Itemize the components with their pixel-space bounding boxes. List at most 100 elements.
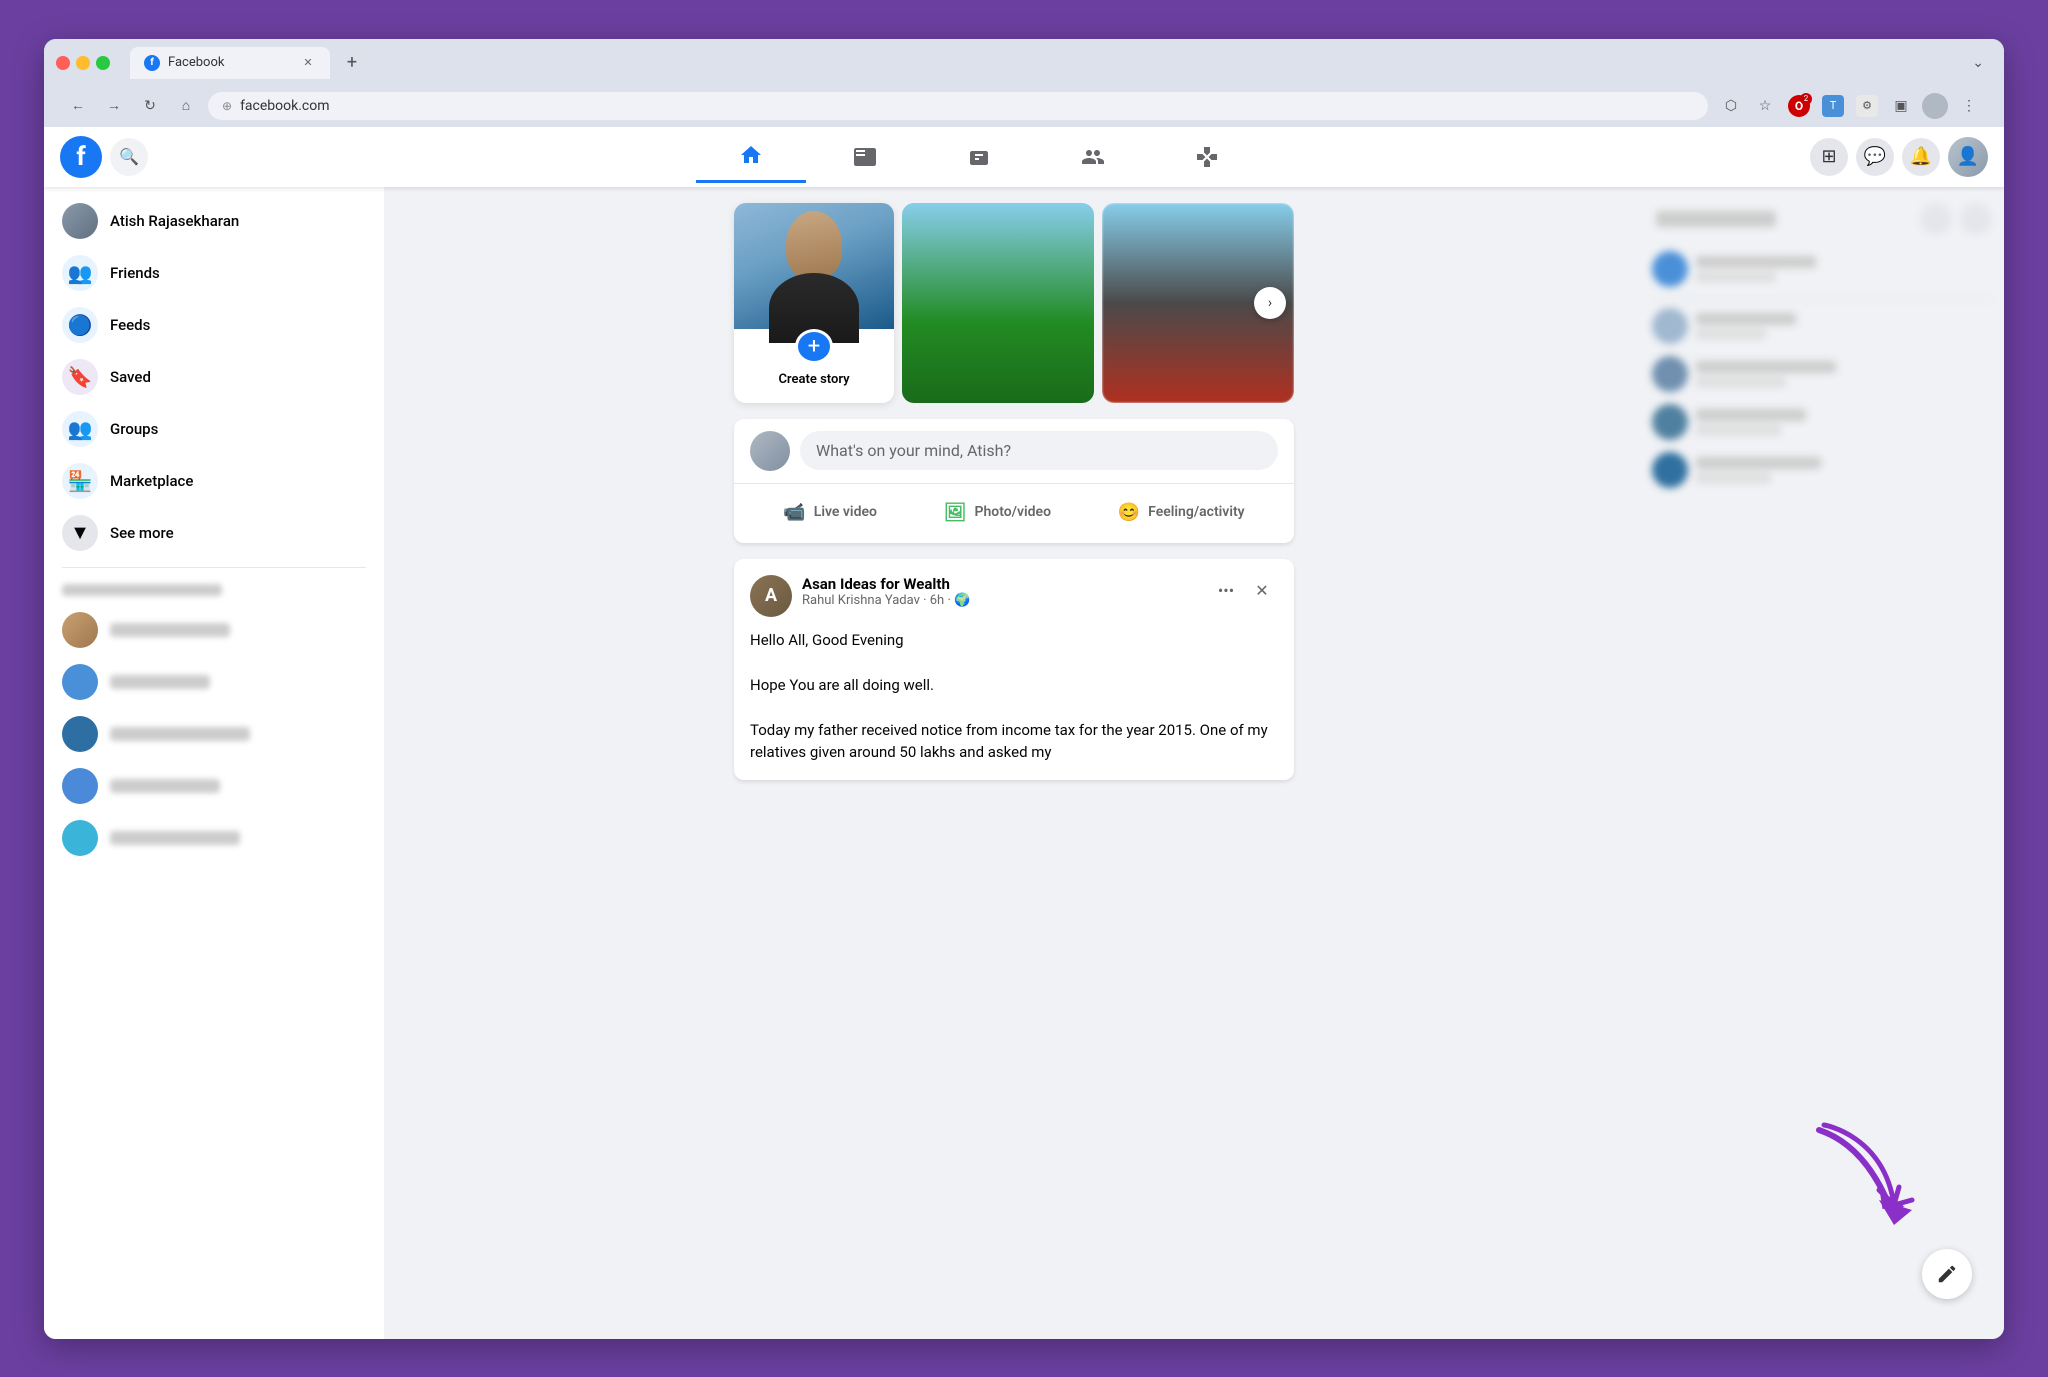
profile-browser-btn[interactable] — [1920, 91, 1950, 121]
cast-button[interactable]: ⬡ — [1716, 91, 1746, 121]
fb-sidebar: Atish Rajasekharan 👥 Friends 🔵 Feeds 🔖 S… — [44, 187, 384, 1339]
nav-groups[interactable] — [1038, 131, 1148, 183]
sidebar-item-feeds[interactable]: 🔵 Feeds — [52, 299, 376, 351]
live-video-label: Live video — [814, 504, 877, 520]
feeling-label: Feeling/activity — [1148, 504, 1244, 520]
sidebar-item-groups[interactable]: 👥 Groups — [52, 403, 376, 455]
nav-watch[interactable] — [810, 131, 920, 183]
fb-nav — [148, 131, 1810, 183]
browser-chrome: f Facebook ✕ + ⌄ ← → ↻ ⌂ ⊕ facebook.com … — [44, 39, 2004, 127]
post-card: A Asan Ideas for Wealth Rahul Krishna Ya… — [734, 559, 1294, 780]
fb-right-sidebar — [1644, 187, 2004, 1339]
browser-actions: ⬡ ☆ O 2 T ⚙ ▣ ⋮ — [1716, 91, 1984, 121]
profile-avatar-header[interactable]: 👤 — [1948, 137, 1988, 177]
post-time: 6h — [930, 593, 944, 608]
feed-content: + Create story › — [734, 203, 1294, 780]
ext3-button[interactable]: ⚙ — [1852, 91, 1882, 121]
fb-logo[interactable]: f — [60, 136, 102, 178]
home-button[interactable]: ⌂ — [172, 92, 200, 120]
fb-header-actions: ⊞ 💬 🔔 👤 — [1810, 137, 1988, 177]
purple-arrow — [1804, 1115, 1924, 1259]
sidebar-item-marketplace[interactable]: 🏪 Marketplace — [52, 455, 376, 507]
grid-menu-button[interactable]: ⊞ — [1810, 138, 1848, 176]
fb-main: Atish Rajasekharan 👥 Friends 🔵 Feeds 🔖 S… — [44, 187, 2004, 1339]
post-header: A Asan Ideas for Wealth Rahul Krishna Ya… — [750, 575, 1278, 617]
tab-favicon: f — [144, 55, 160, 71]
sidebar-blurred-item-4 — [52, 760, 376, 812]
post-text-line-2: Hope You are all doing well. — [750, 674, 1278, 697]
bookmark-button[interactable]: ☆ — [1750, 91, 1780, 121]
search-button[interactable]: 🔍 — [110, 138, 148, 176]
feeling-button[interactable]: 😊 Feeling/activity — [1102, 494, 1261, 531]
tab-dropdown-button[interactable]: ⌄ — [1972, 55, 1992, 71]
fb-feed: + Create story › — [384, 187, 1644, 1339]
composer-actions: 📹 Live video 🖼 Photo/video 😊 Feeling/act… — [750, 484, 1278, 531]
sidebar-item-see-more[interactable]: ▼ See more — [52, 507, 376, 559]
tab-close-button[interactable]: ✕ — [300, 55, 316, 71]
tab-bar: f Facebook ✕ + ⌄ — [56, 47, 1992, 79]
nav-marketplace[interactable] — [924, 131, 1034, 183]
reload-button[interactable]: ↻ — [136, 92, 164, 120]
url-text: facebook.com — [240, 98, 1694, 114]
address-bar-row: ← → ↻ ⌂ ⊕ facebook.com ⬡ ☆ O 2 T ⚙ — [56, 85, 1992, 127]
photo-video-label: Photo/video — [975, 504, 1052, 520]
post-dot: · — [923, 593, 930, 608]
feeds-icon: 🔵 — [62, 307, 98, 343]
post-input[interactable]: What's on your mind, Atish? — [800, 431, 1278, 470]
live-video-button[interactable]: 📹 Live video — [767, 494, 893, 531]
back-button[interactable]: ← — [64, 92, 92, 120]
post-text: Hello All, Good Evening Hope You are all… — [750, 629, 1278, 764]
post-author: Rahul Krishna Yadav — [802, 593, 920, 608]
opera-ext[interactable]: O 2 — [1784, 91, 1814, 121]
story-card-2[interactable]: › — [1102, 203, 1294, 403]
create-story-card[interactable]: + Create story — [734, 203, 894, 403]
address-bar[interactable]: ⊕ facebook.com — [208, 92, 1708, 120]
sidebar-feeds-label: Feeds — [110, 316, 150, 334]
sidebar-blurred-item-2 — [52, 656, 376, 708]
story-card-1[interactable] — [902, 203, 1094, 403]
minimize-window-button[interactable] — [76, 56, 90, 70]
friends-icon: 👥 — [62, 255, 98, 291]
close-window-button[interactable] — [56, 56, 70, 70]
right-sidebar-content — [1652, 195, 1996, 488]
post-actions: ••• ✕ — [1210, 575, 1278, 607]
maximize-window-button[interactable] — [96, 56, 110, 70]
sidebar-item-friends[interactable]: 👥 Friends — [52, 247, 376, 299]
forward-button[interactable]: → — [100, 92, 128, 120]
sidebar-blurred-item-5 — [52, 812, 376, 864]
nav-gaming[interactable] — [1152, 131, 1262, 183]
sidebar-blurred-item-1 — [52, 604, 376, 656]
sidebar-friends-label: Friends — [110, 264, 160, 282]
sidebar-toggle[interactable]: ▣ — [1886, 91, 1916, 121]
nav-home[interactable] — [696, 131, 806, 183]
edit-fab-button[interactable] — [1922, 1249, 1972, 1299]
photo-video-button[interactable]: 🖼 Photo/video — [928, 494, 1067, 531]
composer-user-avatar — [750, 431, 790, 471]
stories-row: + Create story › — [734, 203, 1294, 403]
sidebar-item-saved[interactable]: 🔖 Saved — [52, 351, 376, 403]
create-story-label: Create story — [778, 372, 849, 387]
story-next-arrow[interactable]: › — [1254, 287, 1286, 319]
new-tab-button[interactable]: + — [338, 49, 366, 77]
browser-menu-button[interactable]: ⋮ — [1954, 91, 1984, 121]
post-text-line-1: Hello All, Good Evening — [750, 629, 1278, 652]
post-close-button[interactable]: ✕ — [1246, 575, 1278, 607]
tab-title: Facebook — [168, 55, 224, 70]
post-text-line-3: Today my father received notice from inc… — [750, 719, 1278, 764]
sidebar-item-profile[interactable]: Atish Rajasekharan — [52, 195, 376, 247]
sidebar-blurred-section-title — [52, 576, 376, 604]
sidebar-see-more-label: See more — [110, 524, 174, 542]
live-video-icon: 📹 — [783, 502, 805, 523]
user-avatar — [62, 203, 98, 239]
composer-top: What's on your mind, Atish? — [750, 431, 1278, 471]
ext2-button[interactable]: T — [1818, 91, 1848, 121]
feeling-icon: 😊 — [1118, 502, 1140, 523]
notifications-button[interactable]: 🔔 — [1902, 138, 1940, 176]
sidebar-user-name: Atish Rajasekharan — [110, 212, 239, 230]
messenger-button[interactable]: 💬 — [1856, 138, 1894, 176]
post-page-name[interactable]: Asan Ideas for Wealth — [802, 575, 1200, 593]
create-story-plus-button[interactable]: + — [795, 329, 833, 364]
post-more-options-button[interactable]: ••• — [1210, 575, 1242, 607]
post-page-avatar: A — [750, 575, 792, 617]
facebook-tab[interactable]: f Facebook ✕ — [130, 47, 330, 79]
